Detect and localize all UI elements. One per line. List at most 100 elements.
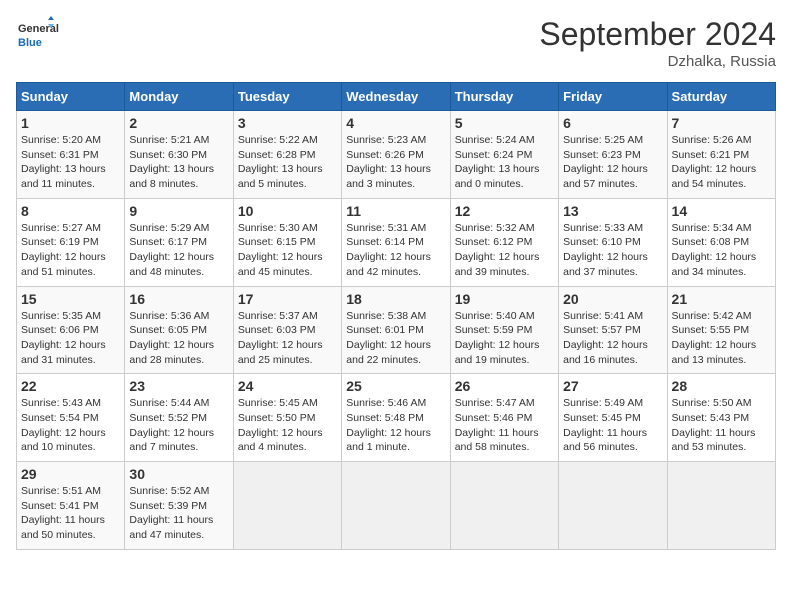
- day-info: Sunrise: 5:52 AMSunset: 5:39 PMDaylight:…: [129, 484, 228, 543]
- weekday-header-tuesday: Tuesday: [233, 83, 341, 111]
- day-info: Sunrise: 5:20 AMSunset: 6:31 PMDaylight:…: [21, 133, 120, 192]
- weekday-header-wednesday: Wednesday: [342, 83, 450, 111]
- day-number: 20: [563, 291, 662, 307]
- day-number: 9: [129, 203, 228, 219]
- day-info: Sunrise: 5:21 AMSunset: 6:30 PMDaylight:…: [129, 133, 228, 192]
- calendar-table: SundayMondayTuesdayWednesdayThursdayFrid…: [16, 82, 776, 550]
- calendar-row-2: 8 Sunrise: 5:27 AMSunset: 6:19 PMDayligh…: [17, 198, 776, 286]
- day-number: 3: [238, 115, 337, 131]
- day-cell-10: 10 Sunrise: 5:30 AMSunset: 6:15 PMDaylig…: [233, 198, 341, 286]
- day-cell-3: 3 Sunrise: 5:22 AMSunset: 6:28 PMDayligh…: [233, 111, 341, 199]
- day-number: 25: [346, 378, 445, 394]
- day-cell-7: 7 Sunrise: 5:26 AMSunset: 6:21 PMDayligh…: [667, 111, 775, 199]
- day-info: Sunrise: 5:24 AMSunset: 6:24 PMDaylight:…: [455, 133, 554, 192]
- title-block: September 2024 Dzhalka, Russia: [539, 16, 776, 70]
- empty-cell: [233, 462, 341, 550]
- day-info: Sunrise: 5:23 AMSunset: 6:26 PMDaylight:…: [346, 133, 445, 192]
- day-info: Sunrise: 5:46 AMSunset: 5:48 PMDaylight:…: [346, 396, 445, 455]
- location-subtitle: Dzhalka, Russia: [539, 53, 776, 70]
- day-number: 18: [346, 291, 445, 307]
- day-info: Sunrise: 5:29 AMSunset: 6:17 PMDaylight:…: [129, 221, 228, 280]
- day-number: 10: [238, 203, 337, 219]
- day-cell-29: 29 Sunrise: 5:51 AMSunset: 5:41 PMDaylig…: [17, 462, 125, 550]
- day-number: 23: [129, 378, 228, 394]
- day-number: 16: [129, 291, 228, 307]
- day-info: Sunrise: 5:32 AMSunset: 6:12 PMDaylight:…: [455, 221, 554, 280]
- day-info: Sunrise: 5:51 AMSunset: 5:41 PMDaylight:…: [21, 484, 120, 543]
- day-cell-1: 1 Sunrise: 5:20 AMSunset: 6:31 PMDayligh…: [17, 111, 125, 199]
- day-info: Sunrise: 5:42 AMSunset: 5:55 PMDaylight:…: [672, 309, 771, 368]
- month-title: September 2024: [539, 16, 776, 53]
- logo-svg: General Blue: [16, 16, 106, 56]
- day-number: 24: [238, 378, 337, 394]
- day-number: 6: [563, 115, 662, 131]
- day-info: Sunrise: 5:36 AMSunset: 6:05 PMDaylight:…: [129, 309, 228, 368]
- day-info: Sunrise: 5:31 AMSunset: 6:14 PMDaylight:…: [346, 221, 445, 280]
- day-number: 12: [455, 203, 554, 219]
- day-cell-14: 14 Sunrise: 5:34 AMSunset: 6:08 PMDaylig…: [667, 198, 775, 286]
- day-number: 15: [21, 291, 120, 307]
- day-info: Sunrise: 5:25 AMSunset: 6:23 PMDaylight:…: [563, 133, 662, 192]
- day-number: 27: [563, 378, 662, 394]
- day-cell-4: 4 Sunrise: 5:23 AMSunset: 6:26 PMDayligh…: [342, 111, 450, 199]
- day-number: 7: [672, 115, 771, 131]
- day-cell-20: 20 Sunrise: 5:41 AMSunset: 5:57 PMDaylig…: [559, 286, 667, 374]
- calendar-row-3: 15 Sunrise: 5:35 AMSunset: 6:06 PMDaylig…: [17, 286, 776, 374]
- day-cell-2: 2 Sunrise: 5:21 AMSunset: 6:30 PMDayligh…: [125, 111, 233, 199]
- day-number: 21: [672, 291, 771, 307]
- day-info: Sunrise: 5:22 AMSunset: 6:28 PMDaylight:…: [238, 133, 337, 192]
- day-info: Sunrise: 5:34 AMSunset: 6:08 PMDaylight:…: [672, 221, 771, 280]
- day-cell-12: 12 Sunrise: 5:32 AMSunset: 6:12 PMDaylig…: [450, 198, 558, 286]
- day-number: 19: [455, 291, 554, 307]
- day-cell-16: 16 Sunrise: 5:36 AMSunset: 6:05 PMDaylig…: [125, 286, 233, 374]
- day-cell-28: 28 Sunrise: 5:50 AMSunset: 5:43 PMDaylig…: [667, 374, 775, 462]
- day-cell-13: 13 Sunrise: 5:33 AMSunset: 6:10 PMDaylig…: [559, 198, 667, 286]
- day-cell-18: 18 Sunrise: 5:38 AMSunset: 6:01 PMDaylig…: [342, 286, 450, 374]
- day-cell-21: 21 Sunrise: 5:42 AMSunset: 5:55 PMDaylig…: [667, 286, 775, 374]
- day-info: Sunrise: 5:44 AMSunset: 5:52 PMDaylight:…: [129, 396, 228, 455]
- logo: General Blue: [16, 16, 106, 56]
- day-info: Sunrise: 5:37 AMSunset: 6:03 PMDaylight:…: [238, 309, 337, 368]
- empty-cell: [559, 462, 667, 550]
- day-info: Sunrise: 5:41 AMSunset: 5:57 PMDaylight:…: [563, 309, 662, 368]
- day-number: 17: [238, 291, 337, 307]
- day-number: 26: [455, 378, 554, 394]
- day-info: Sunrise: 5:38 AMSunset: 6:01 PMDaylight:…: [346, 309, 445, 368]
- day-number: 29: [21, 466, 120, 482]
- day-info: Sunrise: 5:35 AMSunset: 6:06 PMDaylight:…: [21, 309, 120, 368]
- day-info: Sunrise: 5:50 AMSunset: 5:43 PMDaylight:…: [672, 396, 771, 455]
- day-cell-5: 5 Sunrise: 5:24 AMSunset: 6:24 PMDayligh…: [450, 111, 558, 199]
- calendar-row-4: 22 Sunrise: 5:43 AMSunset: 5:54 PMDaylig…: [17, 374, 776, 462]
- day-number: 5: [455, 115, 554, 131]
- day-number: 30: [129, 466, 228, 482]
- day-number: 4: [346, 115, 445, 131]
- day-cell-27: 27 Sunrise: 5:49 AMSunset: 5:45 PMDaylig…: [559, 374, 667, 462]
- weekday-header-sunday: Sunday: [17, 83, 125, 111]
- weekday-header-friday: Friday: [559, 83, 667, 111]
- day-info: Sunrise: 5:49 AMSunset: 5:45 PMDaylight:…: [563, 396, 662, 455]
- day-info: Sunrise: 5:43 AMSunset: 5:54 PMDaylight:…: [21, 396, 120, 455]
- day-info: Sunrise: 5:26 AMSunset: 6:21 PMDaylight:…: [672, 133, 771, 192]
- page-header: General Blue September 2024 Dzhalka, Rus…: [16, 16, 776, 70]
- day-info: Sunrise: 5:27 AMSunset: 6:19 PMDaylight:…: [21, 221, 120, 280]
- day-number: 28: [672, 378, 771, 394]
- day-cell-19: 19 Sunrise: 5:40 AMSunset: 5:59 PMDaylig…: [450, 286, 558, 374]
- day-info: Sunrise: 5:45 AMSunset: 5:50 PMDaylight:…: [238, 396, 337, 455]
- svg-text:Blue: Blue: [18, 37, 42, 49]
- day-cell-11: 11 Sunrise: 5:31 AMSunset: 6:14 PMDaylig…: [342, 198, 450, 286]
- day-cell-23: 23 Sunrise: 5:44 AMSunset: 5:52 PMDaylig…: [125, 374, 233, 462]
- day-cell-22: 22 Sunrise: 5:43 AMSunset: 5:54 PMDaylig…: [17, 374, 125, 462]
- weekday-header-monday: Monday: [125, 83, 233, 111]
- day-number: 2: [129, 115, 228, 131]
- calendar-row-1: 1 Sunrise: 5:20 AMSunset: 6:31 PMDayligh…: [17, 111, 776, 199]
- empty-cell: [667, 462, 775, 550]
- day-cell-26: 26 Sunrise: 5:47 AMSunset: 5:46 PMDaylig…: [450, 374, 558, 462]
- day-number: 11: [346, 203, 445, 219]
- day-cell-17: 17 Sunrise: 5:37 AMSunset: 6:03 PMDaylig…: [233, 286, 341, 374]
- day-cell-25: 25 Sunrise: 5:46 AMSunset: 5:48 PMDaylig…: [342, 374, 450, 462]
- weekday-header-row: SundayMondayTuesdayWednesdayThursdayFrid…: [17, 83, 776, 111]
- weekday-header-thursday: Thursday: [450, 83, 558, 111]
- day-cell-8: 8 Sunrise: 5:27 AMSunset: 6:19 PMDayligh…: [17, 198, 125, 286]
- day-cell-15: 15 Sunrise: 5:35 AMSunset: 6:06 PMDaylig…: [17, 286, 125, 374]
- day-cell-30: 30 Sunrise: 5:52 AMSunset: 5:39 PMDaylig…: [125, 462, 233, 550]
